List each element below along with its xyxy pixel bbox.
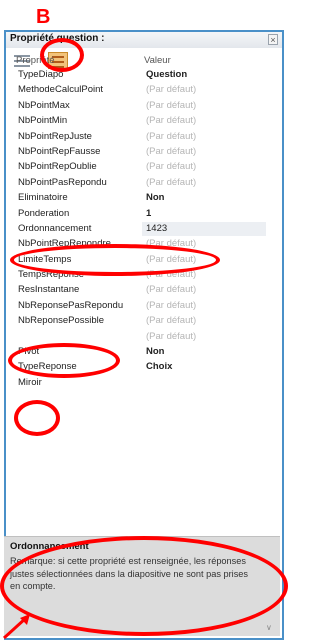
grid-row[interactable]: NbPointPasRepondu (Par défaut) <box>0 175 288 190</box>
property-name: ResInstantane <box>18 284 80 296</box>
grid-row[interactable]: TypeDiapo Question <box>0 67 288 82</box>
property-name: NbReponsePasRepondu <box>18 299 124 311</box>
property-grid: TypeDiapo Question MethodeCalculPoint (Par … <box>0 67 288 390</box>
property-value[interactable]: (Par défaut) <box>146 98 196 113</box>
annotation-ellipse-description <box>0 536 288 636</box>
grid-row[interactable]: NbPointRepFausse (Par défaut) <box>0 144 288 159</box>
property-value[interactable]: (Par défaut) <box>146 329 196 344</box>
property-name: NbPointRepFausse <box>18 145 101 157</box>
property-value[interactable]: Question <box>146 67 187 82</box>
property-name: NbPointMin <box>18 115 68 127</box>
annotation-ellipse-nbreponsepossible <box>8 343 120 378</box>
property-name: Ponderation <box>18 207 70 219</box>
property-value[interactable]: (Par défaut) <box>146 113 196 128</box>
grid-row[interactable]: (Par défaut) <box>0 329 288 344</box>
property-value[interactable]: 1 <box>146 206 151 221</box>
property-name: NbPointMax <box>18 99 70 111</box>
property-name: Miroir <box>18 376 42 388</box>
annotation-circle-pivot <box>14 400 60 436</box>
close-icon[interactable]: × <box>268 34 278 45</box>
grid-row[interactable]: NbPointMin (Par défaut) <box>0 113 288 128</box>
header-value: Valeur <box>144 55 171 66</box>
chevron-down-icon[interactable]: ∨ <box>266 624 274 632</box>
property-value[interactable]: (Par défaut) <box>146 129 196 144</box>
grid-row[interactable]: MethodeCalculPoint (Par défaut) <box>0 82 288 97</box>
grid-row[interactable]: ResInstantane (Par défaut) <box>0 282 288 297</box>
grid-row[interactable]: Ordonnancement 1423 <box>0 221 288 236</box>
property-value[interactable]: 1423 <box>146 221 167 236</box>
grid-row[interactable]: NbPointRepJuste (Par défaut) <box>0 129 288 144</box>
property-name: NbReponsePossible <box>18 315 105 327</box>
property-name: Ordonnancement <box>18 222 92 234</box>
property-value[interactable]: (Par défaut) <box>146 175 196 190</box>
property-value[interactable]: Choix <box>146 359 172 374</box>
annotation-circle-toolbar <box>40 38 84 72</box>
property-name: NbPointPasRepondu <box>18 176 107 188</box>
grid-row[interactable]: NbReponsePossible (Par défaut) <box>0 313 288 328</box>
property-name: Eliminatoire <box>18 192 68 204</box>
grid-row[interactable]: NbPointMax (Par défaut) <box>0 98 288 113</box>
property-name: MethodeCalculPoint <box>18 84 104 96</box>
property-value[interactable]: Non <box>146 190 164 205</box>
property-value[interactable]: Non <box>146 344 164 359</box>
grid-row[interactable]: Miroir <box>0 375 288 390</box>
property-name: NbPointRepJuste <box>18 130 92 142</box>
annotation-label-b: B <box>36 6 51 28</box>
annotation-arrow-icon <box>2 614 30 640</box>
property-value[interactable]: (Par défaut) <box>146 298 196 313</box>
property-value[interactable]: (Par défaut) <box>146 82 196 97</box>
annotation-ellipse-ordonnancement <box>10 244 220 276</box>
property-value[interactable]: (Par défaut) <box>146 313 196 328</box>
grid-row[interactable]: NbReponsePasRepondu (Par défaut) <box>0 298 288 313</box>
grid-row[interactable]: NbPointRepOublie (Par défaut) <box>0 159 288 174</box>
property-value[interactable]: (Par défaut) <box>146 144 196 159</box>
property-value[interactable]: (Par défaut) <box>146 282 196 297</box>
property-value[interactable]: (Par défaut) <box>146 159 196 174</box>
grid-row[interactable]: Eliminatoire Non <box>0 190 288 205</box>
property-name: NbPointRepOublie <box>18 161 97 173</box>
grid-row[interactable]: Ponderation 1 <box>0 206 288 221</box>
